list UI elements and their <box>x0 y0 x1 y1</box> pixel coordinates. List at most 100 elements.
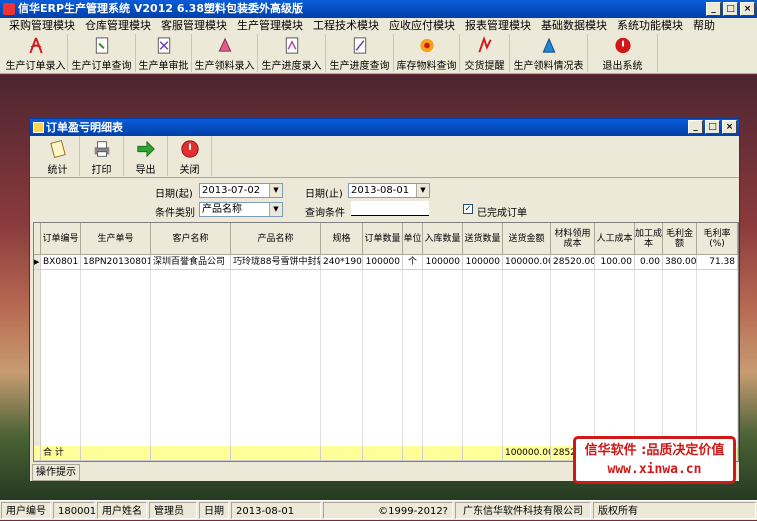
child-title: 订单盈亏明细表 <box>46 121 123 134</box>
dropdown-arrow-icon: ▼ <box>269 184 282 197</box>
toolbar-exit-button[interactable]: 退出系统 <box>588 34 658 72</box>
col-delivery-amount[interactable]: 送货金额 <box>503 223 551 255</box>
col-material-cost[interactable]: 材料领用成本 <box>551 223 595 255</box>
menu-purchase[interactable]: 采购管理模块 <box>4 18 80 34</box>
minimize-button[interactable]: _ <box>706 2 721 16</box>
export-arrow-icon <box>136 140 155 158</box>
col-order-qty[interactable]: 订单数量 <box>363 223 403 255</box>
query-condition-input[interactable] <box>351 201 429 216</box>
reminder-icon <box>477 36 492 53</box>
date-to-picker[interactable]: 2013-08-01 ▼ <box>348 183 430 198</box>
toolbar-inventory-query-button[interactable]: 库存物料查询 <box>394 34 460 72</box>
col-production-no[interactable]: 生产单号 <box>81 223 151 255</box>
status-user-id: 180001 <box>53 502 96 519</box>
printer-icon <box>94 141 109 157</box>
progress-entry-icon <box>285 37 298 54</box>
total-delivery-amount: 100000.00 <box>503 446 551 461</box>
total-label: 合 计 <box>41 446 81 461</box>
export-button[interactable]: 导出 <box>124 136 168 176</box>
col-labor-cost[interactable]: 人工成本 <box>595 223 635 255</box>
window-icon <box>33 122 44 133</box>
main-toolbar: 生产订单录入 生产订单查询 生产单审批 生产领料录入 生产进度录入 生产进度查询… <box>0 34 757 74</box>
menu-base-data[interactable]: 基础数据模块 <box>536 18 612 34</box>
toolbar-material-report-button[interactable]: 生产领料情况表 <box>510 34 588 72</box>
profit-table: 订单编号 生产单号 客户名称 产品名称 规格 订单数量 单位 入库数量 送货数量… <box>33 222 739 462</box>
date-from-label: 日期(起) <box>155 189 193 200</box>
date-to-label: 日期(止) <box>305 189 343 200</box>
col-order-no[interactable]: 订单编号 <box>41 223 81 255</box>
menu-warehouse[interactable]: 仓库管理模块 <box>80 18 156 34</box>
child-toolbar: 统计 打印 导出 关闭 <box>30 136 739 178</box>
query-condition-label: 查询条件 <box>305 208 345 219</box>
toolbar-material-entry-button[interactable]: 生产领料录入 <box>192 34 258 72</box>
toolbar-order-entry-button[interactable]: 生产订单录入 <box>4 34 68 72</box>
material-entry-icon <box>218 37 231 52</box>
toolbar-order-query-button[interactable]: 生产订单查询 <box>68 34 136 72</box>
menu-production[interactable]: 生产管理模块 <box>232 18 308 34</box>
close-window-button[interactable]: 关闭 <box>168 136 212 176</box>
app-title: 信华ERP生产管理系统 V2012 6.38塑料包装委外高级版 <box>18 2 303 15</box>
close-button[interactable]: × <box>740 2 755 16</box>
child-minimize-button[interactable]: _ <box>688 120 703 134</box>
statistics-icon <box>49 140 66 158</box>
close-circle-icon <box>180 140 199 158</box>
app-title-bar: 信华ERP生产管理系统 V2012 6.38塑料包装委外高级版 _ □ × <box>0 0 757 18</box>
menu-system[interactable]: 系统功能模块 <box>612 18 688 34</box>
date-from-picker[interactable]: 2013-07-02 ▼ <box>199 183 283 198</box>
status-rights: 版权所有 <box>593 502 756 519</box>
maximize-button[interactable]: □ <box>723 2 738 16</box>
col-spec[interactable]: 规格 <box>321 223 363 255</box>
col-unit[interactable]: 单位 <box>403 223 423 255</box>
approve-icon <box>157 37 170 54</box>
exit-icon <box>614 37 631 54</box>
status-date: 2013-08-01 <box>231 502 321 519</box>
status-date-label: 日期 <box>199 502 229 519</box>
condition-type-select[interactable]: 产品名称 ▼ <box>199 202 283 217</box>
child-close-button[interactable]: × <box>722 120 737 134</box>
col-gross-margin[interactable]: 毛利率(%) <box>697 223 738 255</box>
document-search-icon <box>95 37 108 54</box>
col-product[interactable]: 产品名称 <box>231 223 321 255</box>
menu-customer-service[interactable]: 客服管理模块 <box>156 18 232 34</box>
toolbar-progress-entry-button[interactable]: 生产进度录入 <box>258 34 326 72</box>
menu-help[interactable]: 帮助 <box>688 18 720 34</box>
report-icon <box>542 37 555 53</box>
menu-reports[interactable]: 报表管理模块 <box>460 18 536 34</box>
progress-query-icon <box>353 37 366 54</box>
status-bar: 用户编号 180001 用户姓名 管理员 日期 2013-08-01 ©1999… <box>0 500 757 520</box>
col-customer[interactable]: 客户名称 <box>151 223 231 255</box>
menu-engineering[interactable]: 工程技术模块 <box>308 18 384 34</box>
operation-hint-label[interactable]: 操作提示 <box>32 464 80 481</box>
watermark-slogan: 信华软件 :品质决定价值 <box>584 443 725 458</box>
table-empty-area <box>34 270 738 446</box>
col-stock-in-qty[interactable]: 入库数量 <box>423 223 463 255</box>
table-header: 订单编号 生产单号 客户名称 产品名称 规格 订单数量 单位 入库数量 送货数量… <box>34 223 738 255</box>
dropdown-arrow-icon: ▼ <box>416 184 429 197</box>
child-title-bar: 订单盈亏明细表 _ □ × <box>30 119 739 136</box>
completed-orders-label: 已完成订单 <box>477 208 527 219</box>
status-user-name: 管理员 <box>149 502 197 519</box>
filter-panel: 日期(起) 2013-07-02 ▼ 日期(止) 2013-08-01 ▼ 条件… <box>30 178 739 222</box>
order-profit-window: 订单盈亏明细表 _ □ × 统计 打印 导出 关闭 日期(起) 2013-07-… <box>29 118 740 482</box>
menu-bar: 采购管理模块 仓库管理模块 客服管理模块 生产管理模块 工程技术模块 应收应付模… <box>0 18 757 34</box>
menu-receivables[interactable]: 应收应付模块 <box>384 18 460 34</box>
status-company: 广东信华软件科技有限公司 <box>455 502 591 519</box>
col-delivery-qty[interactable]: 送货数量 <box>463 223 503 255</box>
print-button[interactable]: 打印 <box>80 136 124 176</box>
statistics-button[interactable]: 统计 <box>36 136 80 176</box>
toolbar-delivery-reminder-button[interactable]: 交货提醒 <box>460 34 510 72</box>
table-row[interactable]: ▶ BX0801 18PN20130801002 深圳百誉食品公司 巧玲珑88号… <box>34 255 738 270</box>
condition-type-label: 条件类别 <box>155 208 195 219</box>
toolbar-progress-query-button[interactable]: 生产进度查询 <box>326 34 394 72</box>
col-processing-cost[interactable]: 加工成本 <box>635 223 663 255</box>
completed-orders-checkbox[interactable]: ✓ <box>463 204 473 214</box>
window-controls: _ □ × <box>706 2 755 16</box>
pdf-icon <box>28 37 43 54</box>
status-user-id-label: 用户编号 <box>1 502 51 519</box>
toolbar-approval-button[interactable]: 生产单审批 <box>136 34 192 72</box>
inventory-icon <box>419 38 434 53</box>
child-maximize-button[interactable]: □ <box>705 120 720 134</box>
col-gross-profit[interactable]: 毛利金额 <box>663 223 697 255</box>
child-window-controls: _ □ × <box>688 120 737 134</box>
brand-watermark: 信华软件 :品质决定价值 www.xinwa.cn <box>573 436 736 484</box>
